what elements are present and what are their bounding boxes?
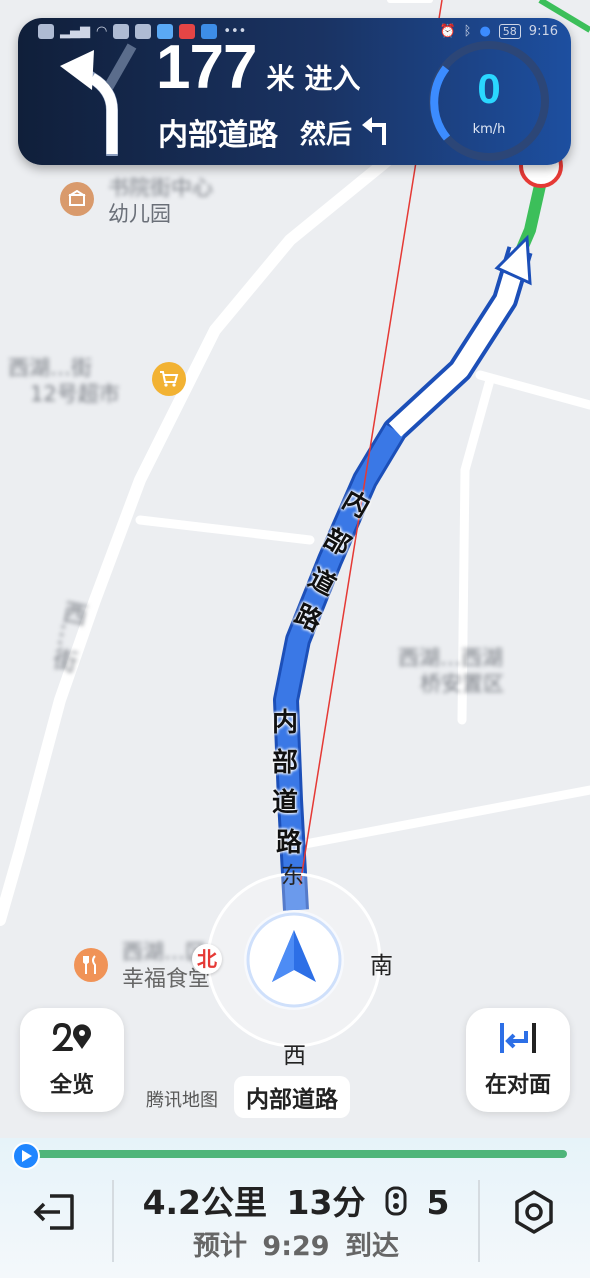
shopping-cart-icon[interactable] — [152, 362, 186, 396]
alarm-icon: ⏰ — [439, 24, 456, 39]
trip-summary[interactable]: 4.2公里 13分 5 — [116, 1176, 476, 1224]
route-label-char: 部 — [272, 748, 299, 778]
opposite-side-icon — [496, 1021, 540, 1059]
opposite-side-label: 在对面 — [484, 1073, 551, 1098]
restaurant-icon[interactable] — [74, 948, 108, 982]
hd-icon — [38, 24, 54, 39]
settings-hexagon-icon — [515, 1190, 553, 1234]
progress-start-marker — [12, 1142, 40, 1170]
poi-kindergarten-sub: 幼儿园 — [108, 202, 171, 226]
eta-prefix: 预计 — [193, 1231, 247, 1262]
overview-label: 全览 — [49, 1073, 94, 1098]
route-label-char: 道 — [272, 788, 299, 818]
poi-supermarket-name: 西湖…街 — [8, 356, 92, 380]
status-time: 9:16 — [528, 24, 558, 39]
location-pin-icon: ● — [479, 24, 491, 39]
compass-east: 东 — [281, 863, 304, 889]
maneuver-distance: 177 米 进入 — [156, 32, 360, 103]
car-location-icon — [244, 910, 344, 1010]
speed-value: 0 — [477, 65, 501, 112]
app-notification-icon — [135, 24, 152, 39]
map-brand-label: 腾讯地图 — [146, 1090, 218, 1111]
poi-kindergarten-name: 书院街中心 — [108, 176, 213, 200]
settings-button[interactable] — [508, 1186, 560, 1238]
navigation-header[interactable]: ▂▄▆ ◠ ••• ⏰ ᛒ ● 58 9:16 177 米 进入 内部道路 然后… — [18, 18, 571, 165]
mail-icon — [113, 24, 130, 39]
overview-button[interactable]: 全览 — [20, 1008, 124, 1112]
remaining-distance: 4.2公里 — [142, 1183, 268, 1222]
compass-south: 南 — [370, 953, 393, 979]
maneuver-action: 进入 — [304, 62, 361, 95]
distance-value: 177 — [156, 33, 257, 102]
then-label: 然后 — [300, 119, 353, 150]
turn-left-arrow-icon — [48, 38, 138, 160]
next-road-name: 内部道路 — [158, 118, 278, 153]
speed-unit: km/h — [472, 122, 506, 137]
kindergarten-icon[interactable] — [60, 182, 94, 216]
poi-canteen-sub: 幸福食堂 — [122, 967, 211, 992]
compass-north: 北 — [192, 944, 222, 974]
distance-unit: 米 — [266, 62, 295, 95]
traffic-light-icon — [385, 1185, 407, 1224]
eta-time: 9:29 — [262, 1231, 330, 1262]
eta-suffix: 到达 — [344, 1231, 399, 1262]
then-turn-left-icon — [360, 113, 392, 151]
remaining-time: 13分 — [286, 1183, 366, 1222]
wifi-icon: ◠ — [96, 24, 108, 39]
signal-icon: ▂▄▆ — [60, 24, 90, 39]
battery-icon: 58 — [498, 24, 521, 39]
route-progress-bar — [14, 1150, 567, 1158]
divider — [112, 1180, 114, 1262]
current-road-label: 内部道路 — [234, 1076, 350, 1118]
bluetooth-icon: ᛒ — [463, 24, 472, 39]
divider — [478, 1180, 480, 1262]
poi-resettlement-name: 西湖…西湖 — [398, 646, 503, 670]
route-label-char: 路 — [276, 828, 303, 858]
trip-panel: 4.2公里 13分 5 预计 9:29 到达 — [0, 1138, 590, 1278]
poi-supermarket-sub: 12号超市 — [30, 382, 120, 406]
next-road-line: 内部道路 然后 — [158, 110, 392, 154]
route-overview-icon — [51, 1021, 93, 1059]
exit-navigation-button[interactable] — [30, 1186, 82, 1238]
exit-icon — [33, 1194, 74, 1230]
traffic-light-count: 5 — [426, 1183, 450, 1222]
eta-line: 预计 9:29 到达 — [116, 1224, 476, 1263]
compass-west: 西 — [283, 1043, 306, 1069]
route-label-char: 内 — [272, 708, 299, 738]
opposite-side-button[interactable]: 在对面 — [466, 1008, 570, 1112]
poi-resettlement-sub: 桥安置区 — [420, 672, 504, 696]
